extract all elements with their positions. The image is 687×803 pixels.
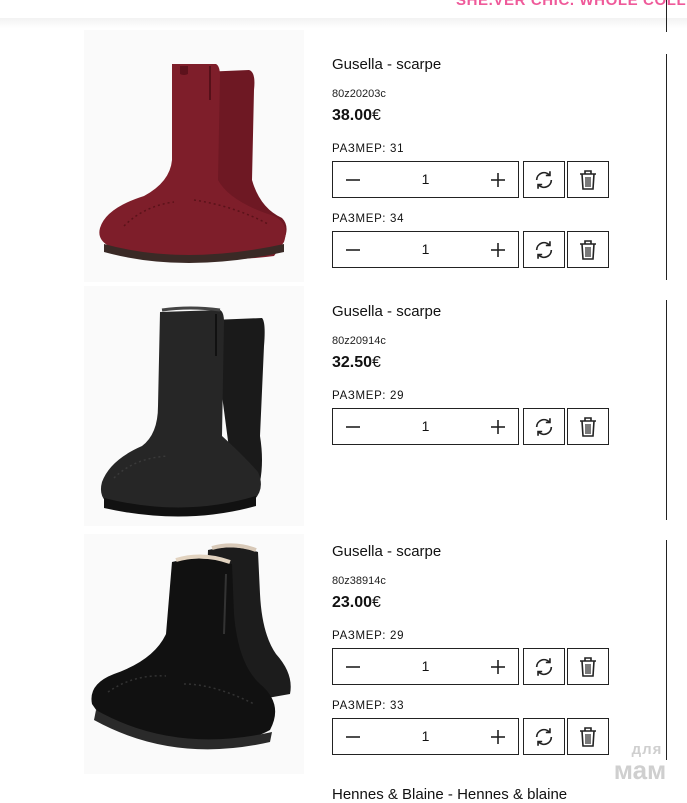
product-price: 32.50€ [332,354,381,372]
product-title[interactable]: Gusella - scarpe [332,56,441,73]
minus-icon [346,425,360,428]
price-currency: € [372,107,381,124]
plus-icon [491,242,505,257]
product-sku: 80z38914c [332,575,386,587]
increase-quantity-button[interactable] [480,409,516,444]
quantity-stepper: 1 [332,161,519,198]
header-bar: SHE.VER CHIC. WHOLE COLLECT [0,0,687,18]
increase-quantity-button[interactable] [480,232,516,267]
trash-icon [580,726,596,747]
decrease-quantity-button[interactable] [335,649,371,684]
item-divider [666,54,667,280]
refresh-icon [535,657,553,676]
quantity-stepper: 1 [332,408,519,445]
refresh-icon [535,240,553,259]
item-divider [666,540,667,760]
delete-button[interactable] [567,161,609,198]
quantity-value[interactable]: 1 [383,409,468,444]
size-label: РАЗМЕР: 31 [332,143,405,155]
price-currency: € [372,594,381,611]
header-shadow [0,18,687,28]
price-amount: 23.00 [332,594,373,611]
product-image[interactable] [84,286,304,526]
delete-button[interactable] [567,408,609,445]
increase-quantity-button[interactable] [480,162,516,197]
plus-icon [491,729,505,744]
size-label: РАЗМЕР: 33 [332,700,405,712]
product-price: 38.00€ [332,107,381,125]
product-title[interactable]: Gusella - scarpe [332,543,441,560]
next-product-title[interactable]: Hennes & Blaine - Hennes & blaine [332,786,567,803]
minus-icon [346,735,360,738]
decrease-quantity-button[interactable] [335,232,371,267]
size-label: РАЗМЕР: 29 [332,630,405,642]
update-button[interactable] [523,408,565,445]
quantity-value[interactable]: 1 [383,232,468,267]
delete-button[interactable] [567,648,609,685]
minus-icon [346,665,360,668]
increase-quantity-button[interactable] [480,719,516,754]
price-currency: € [372,354,381,371]
plus-icon [491,419,505,434]
product-price: 23.00€ [332,594,381,612]
decrease-quantity-button[interactable] [335,719,371,754]
quantity-value[interactable]: 1 [383,162,468,197]
product-sku: 80z20203c [332,88,386,100]
trash-icon [580,416,596,437]
plus-icon [491,172,505,187]
watermark-logo: для мам [600,742,680,783]
refresh-icon [535,170,553,189]
trash-icon [580,239,596,260]
watermark-line2: мам [613,755,667,785]
item-divider [666,300,667,520]
decrease-quantity-button[interactable] [335,409,371,444]
delete-button[interactable] [567,231,609,268]
product-image[interactable] [84,534,304,774]
update-button[interactable] [523,648,565,685]
refresh-icon [535,727,553,746]
update-button[interactable] [523,718,565,755]
trash-icon [580,169,596,190]
product-sku: 80z20914c [332,335,386,347]
plus-icon [491,659,505,674]
header-divider [666,0,667,32]
refresh-icon [535,417,553,436]
update-button[interactable] [523,161,565,198]
size-label: РАЗМЕР: 29 [332,390,405,402]
size-label: РАЗМЕР: 34 [332,213,405,225]
update-button[interactable] [523,231,565,268]
price-amount: 38.00 [332,107,373,124]
minus-icon [346,248,360,251]
quantity-stepper: 1 [332,718,519,755]
increase-quantity-button[interactable] [480,649,516,684]
header-banner-text[interactable]: SHE.VER CHIC. WHOLE COLLECT [456,0,687,9]
quantity-value[interactable]: 1 [383,649,468,684]
decrease-quantity-button[interactable] [335,162,371,197]
quantity-stepper: 1 [332,231,519,268]
product-title[interactable]: Gusella - scarpe [332,303,441,320]
minus-icon [346,178,360,181]
price-amount: 32.50 [332,354,373,371]
product-image[interactable] [84,30,304,282]
trash-icon [580,656,596,677]
quantity-stepper: 1 [332,648,519,685]
quantity-value[interactable]: 1 [383,719,468,754]
